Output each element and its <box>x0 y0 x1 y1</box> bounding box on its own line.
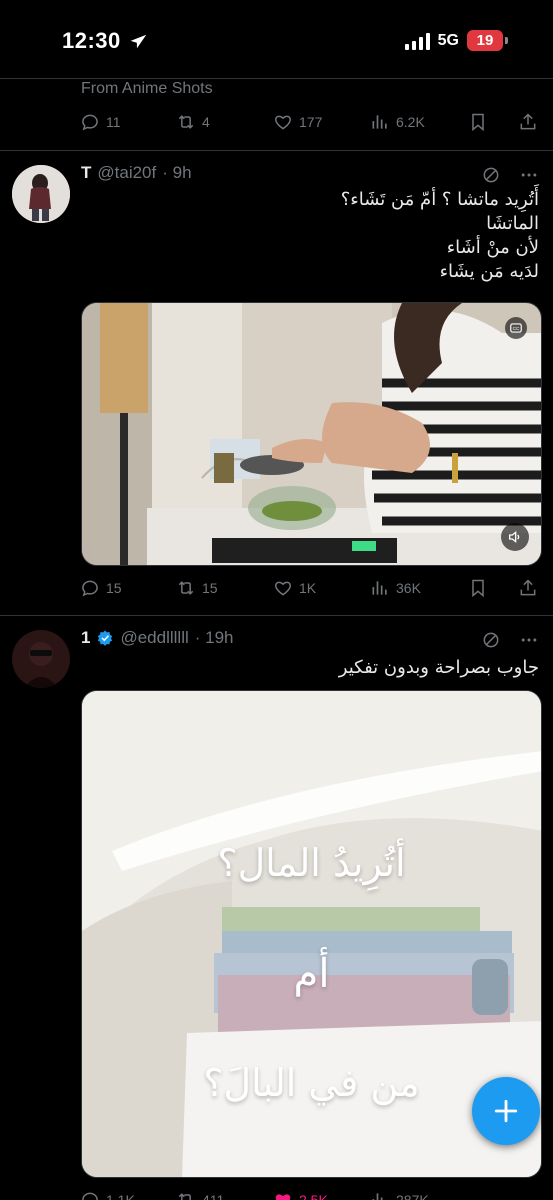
like-icon <box>275 1194 291 1200</box>
bookmark-button[interactable] <box>468 112 488 132</box>
like-count: 177 <box>299 114 323 130</box>
like-button[interactable]: 177 <box>273 112 322 132</box>
tweet-text: جاوب بصراحة وبدون تفكير <box>338 657 539 678</box>
svg-text:CC: CC <box>513 326 520 331</box>
share-icon <box>520 579 536 596</box>
tweet-text-line: الماتشَا <box>486 213 539 234</box>
reply-icon <box>82 1192 98 1200</box>
tweet-text-line: أَتُرِيد ماتشا ؟ أمّ مَن تَشَاء؟ <box>340 189 539 210</box>
status-time: 12:30 <box>62 28 121 53</box>
location-arrow-icon <box>130 34 147 49</box>
retweet-button[interactable]: 411 <box>176 1190 224 1200</box>
divider <box>0 615 553 616</box>
reply-button[interactable]: 15 <box>80 578 122 598</box>
status-bar: 12:30 5G 19 <box>0 0 553 78</box>
views-button[interactable]: 36K <box>370 578 421 598</box>
like-icon <box>274 115 292 130</box>
share-icon <box>520 113 536 130</box>
tweet-header: 1 @eddllllll · 19h <box>81 628 234 648</box>
tweet-time[interactable]: · 19h <box>195 628 234 648</box>
captions-button[interactable]: CC <box>505 317 527 339</box>
view-count: 6.2K <box>396 114 425 130</box>
tweet1-actions: 15 15 1K 36K <box>80 576 542 600</box>
display-name[interactable]: T <box>81 163 91 183</box>
more-icon[interactable] <box>519 165 539 185</box>
reply-icon <box>82 580 98 597</box>
signal-icon <box>404 32 430 50</box>
bookmark-icon <box>472 113 484 132</box>
retweet-icon <box>178 1193 191 1200</box>
user-handle[interactable]: @eddllllll <box>120 628 188 648</box>
like-button[interactable]: 2.5K <box>273 1190 328 1200</box>
tweet-video[interactable]: CC <box>81 302 542 566</box>
like-icon <box>274 581 292 596</box>
reply-button[interactable]: 1.1K <box>80 1190 135 1200</box>
view-count: 287K <box>396 1192 429 1200</box>
views-icon <box>372 581 387 595</box>
mute-icon <box>509 530 520 544</box>
video-frame <box>82 303 541 565</box>
retweet-count: 4 <box>202 114 210 130</box>
battery-indicator: 19 <box>467 30 508 51</box>
tweet-time[interactable]: · 9h <box>162 163 191 183</box>
compose-button[interactable] <box>472 1077 540 1145</box>
captions-icon: CC <box>510 323 522 333</box>
tweet2-actions: 1.1K 411 2.5K 287K <box>80 1188 542 1200</box>
avatar-image <box>12 630 70 688</box>
tweet-header-actions <box>481 165 539 185</box>
reply-icon <box>82 114 98 131</box>
more-icon[interactable] <box>519 630 539 650</box>
divider <box>0 78 553 79</box>
retweet-count: 411 <box>202 1192 225 1200</box>
display-name[interactable]: 1 <box>81 628 90 648</box>
bookmark-icon <box>472 579 484 598</box>
compose-icon <box>494 1099 518 1123</box>
views-button[interactable]: 6.2K <box>370 112 425 132</box>
avatar[interactable] <box>12 630 70 688</box>
user-handle[interactable]: @tai20f <box>97 163 156 183</box>
views-button[interactable]: 287K <box>370 1190 429 1200</box>
reply-button[interactable]: 11 <box>80 112 121 132</box>
image-caption-line: أم <box>293 951 330 997</box>
image-caption-line: أتُرِيدُ المال؟ <box>217 841 406 885</box>
divider <box>0 150 553 151</box>
like-button[interactable]: 1K <box>273 578 316 598</box>
avatar-image <box>12 165 70 223</box>
views-icon <box>372 1193 383 1200</box>
share-button[interactable] <box>518 578 538 598</box>
tweet-header-actions <box>481 630 539 650</box>
status-indicators: 5G 19 <box>404 30 508 51</box>
view-count: 36K <box>396 580 421 596</box>
tweet-text-line: لدَيه مَن يشَاء <box>439 261 539 282</box>
views-icon <box>372 115 387 129</box>
tweet-source-link[interactable]: From Anime Shots <box>81 80 213 98</box>
like-count: 2.5K <box>299 1192 328 1200</box>
network-label: 5G <box>437 31 459 49</box>
tweet-text-line: لأن منْ أشَاء <box>446 237 539 258</box>
share-button[interactable] <box>518 112 538 132</box>
reply-count: 1.1K <box>106 1192 135 1200</box>
retweet-icon <box>178 115 194 129</box>
tweet-text: أَتُرِيد ماتشا ؟ أمّ مَن تَشَاء؟ الماتشَ… <box>341 188 539 284</box>
reply-count: 15 <box>106 580 122 596</box>
grok-icon[interactable] <box>481 165 501 185</box>
image-caption-line: من في البالَ؟ <box>203 1061 420 1105</box>
grok-icon[interactable] <box>481 630 501 650</box>
avatar[interactable] <box>12 165 70 223</box>
retweet-count: 15 <box>202 580 218 596</box>
bookmark-button[interactable] <box>468 578 488 598</box>
reply-count: 11 <box>106 114 121 130</box>
tweet-header: T @tai20f · 9h <box>81 163 192 183</box>
verified-icon <box>98 630 113 646</box>
retweet-icon <box>178 581 194 595</box>
retweet-button[interactable]: 4 <box>176 112 210 132</box>
mute-button[interactable] <box>501 523 529 551</box>
retweet-button[interactable]: 15 <box>176 578 218 598</box>
like-count: 1K <box>299 580 317 596</box>
top-tweet-actions: 11 4 177 6.2K <box>80 110 542 134</box>
